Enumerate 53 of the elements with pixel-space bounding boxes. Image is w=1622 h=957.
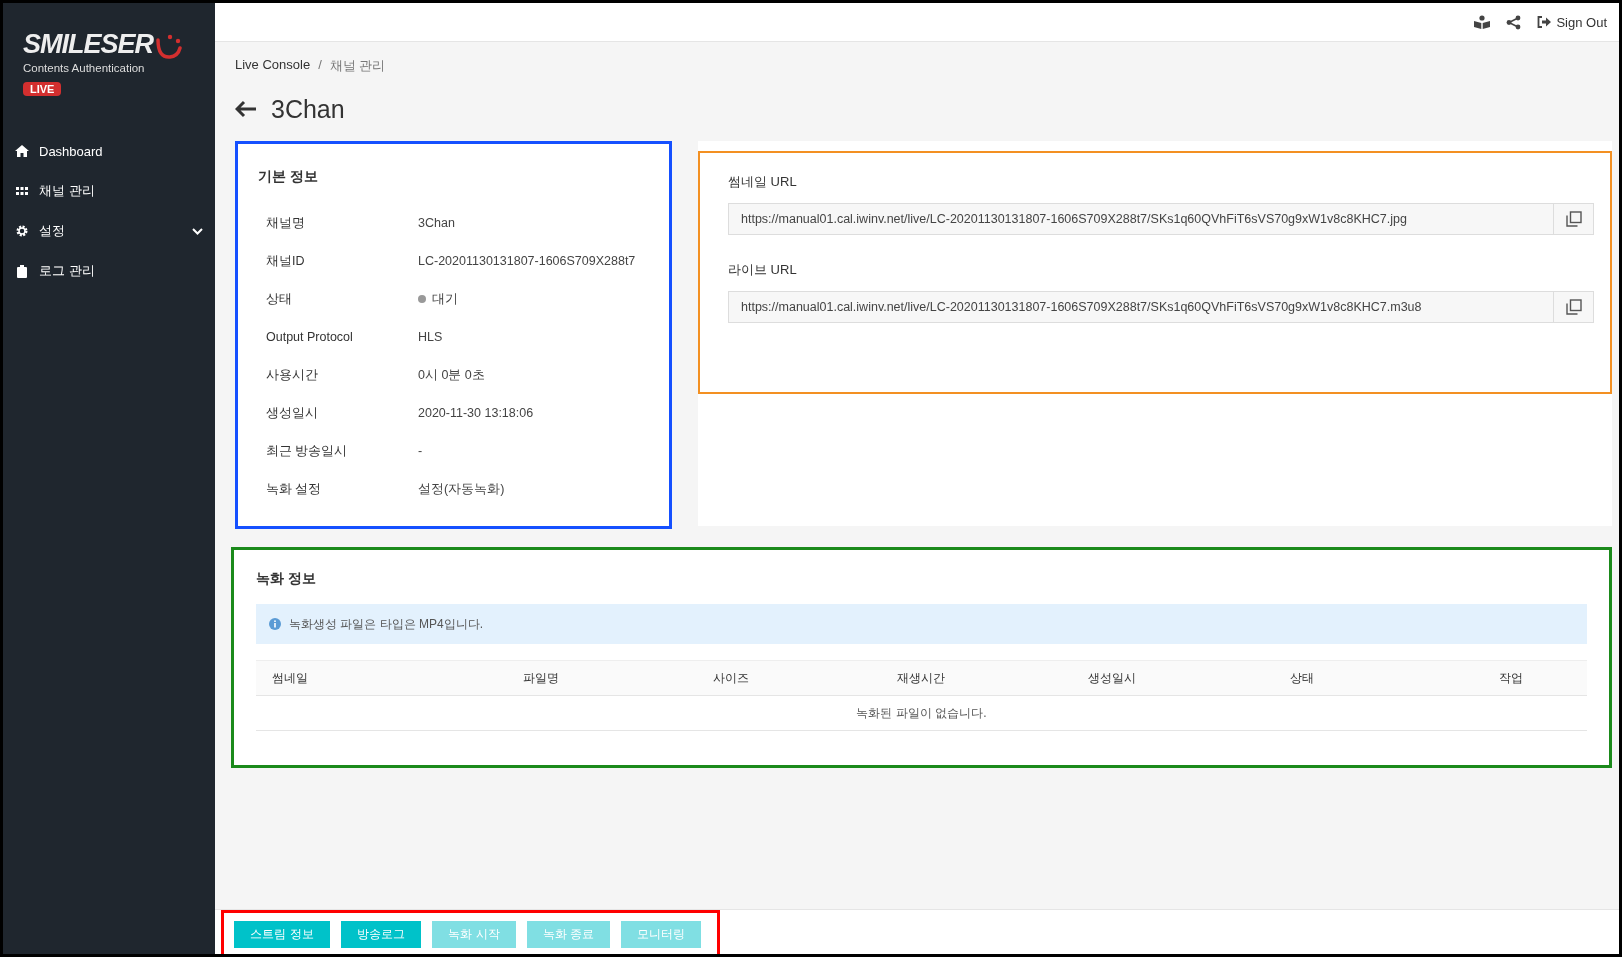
field-label: 최근 방송일시 bbox=[266, 442, 349, 460]
column-header: 작업 bbox=[1498, 669, 1524, 687]
logo-subtitle: Contents Authentication bbox=[23, 62, 146, 74]
share-icon[interactable] bbox=[1506, 14, 1522, 30]
live-badge: LIVE bbox=[23, 82, 62, 96]
column-header: 파일명 bbox=[522, 669, 561, 687]
alert-text: 녹화생성 파일은 타입은 MP4입니다. bbox=[289, 615, 483, 633]
field-value: LC-20201130131807-1606S709X288t7 bbox=[418, 254, 636, 268]
settings-icon bbox=[15, 225, 29, 237]
sidebar-item[interactable]: 설정 bbox=[3, 211, 215, 251]
field-label: 사용시간 bbox=[266, 366, 319, 384]
field-value: 0시 0분 0초 bbox=[418, 366, 485, 384]
field-label: Output Protocol bbox=[266, 330, 354, 344]
card-title: 기본 정보 bbox=[258, 168, 319, 186]
column-header: 재생시간 bbox=[896, 669, 947, 687]
field-label: 채널명 bbox=[266, 214, 306, 232]
field-label: 썸네일 URL bbox=[728, 173, 798, 191]
sign-out-link[interactable]: Sign Out bbox=[1537, 14, 1607, 30]
breadcrumb-current: 채널 관리 bbox=[329, 57, 386, 75]
chevron-down-icon bbox=[192, 227, 203, 235]
page-title: 3Chan bbox=[271, 94, 345, 124]
field-value: 대기 bbox=[432, 290, 458, 308]
clipboard-icon bbox=[15, 264, 29, 278]
logo-text: SMILESER bbox=[23, 29, 154, 60]
column-header: 사이즈 bbox=[712, 669, 751, 687]
smile-icon bbox=[154, 32, 183, 60]
empty-message: 녹화된 파일이 없습니다. bbox=[856, 704, 987, 722]
field-label: 생성일시 bbox=[266, 404, 319, 422]
back-arrow-icon[interactable] bbox=[235, 100, 257, 118]
breadcrumb-link[interactable]: Live Console bbox=[235, 57, 311, 75]
field-label: 상태 bbox=[266, 290, 293, 308]
field-value: 2020-11-30 13:18:06 bbox=[418, 406, 534, 420]
field-label: 채널ID bbox=[266, 252, 306, 270]
sidebar-item[interactable]: 로그 관리 bbox=[3, 251, 215, 291]
field-label: 녹화 설정 bbox=[266, 480, 323, 498]
field-value: 3Chan bbox=[418, 216, 455, 230]
column-header: 상태 bbox=[1288, 669, 1315, 687]
home-icon bbox=[15, 145, 29, 157]
breadcrumb-separator: / bbox=[318, 57, 322, 74]
sidebar-item[interactable]: Dashboard bbox=[3, 131, 215, 171]
sidebar-item[interactable]: 채널 관리 bbox=[3, 171, 215, 211]
field-value: - bbox=[418, 444, 423, 458]
status-dot bbox=[418, 295, 426, 303]
field-value: 설정(자동녹화) bbox=[418, 480, 505, 498]
field-label: 라이브 URL bbox=[728, 261, 798, 279]
book-reader-icon[interactable] bbox=[1474, 15, 1491, 29]
column-header: 썸네일 bbox=[271, 669, 309, 687]
column-header: 생성일시 bbox=[1086, 669, 1137, 687]
info-icon bbox=[269, 618, 281, 630]
grid-icon bbox=[15, 187, 29, 195]
sign-out-icon bbox=[1537, 16, 1553, 28]
field-value: HLS bbox=[418, 330, 443, 344]
card-title: 녹화 정보 bbox=[256, 570, 317, 588]
